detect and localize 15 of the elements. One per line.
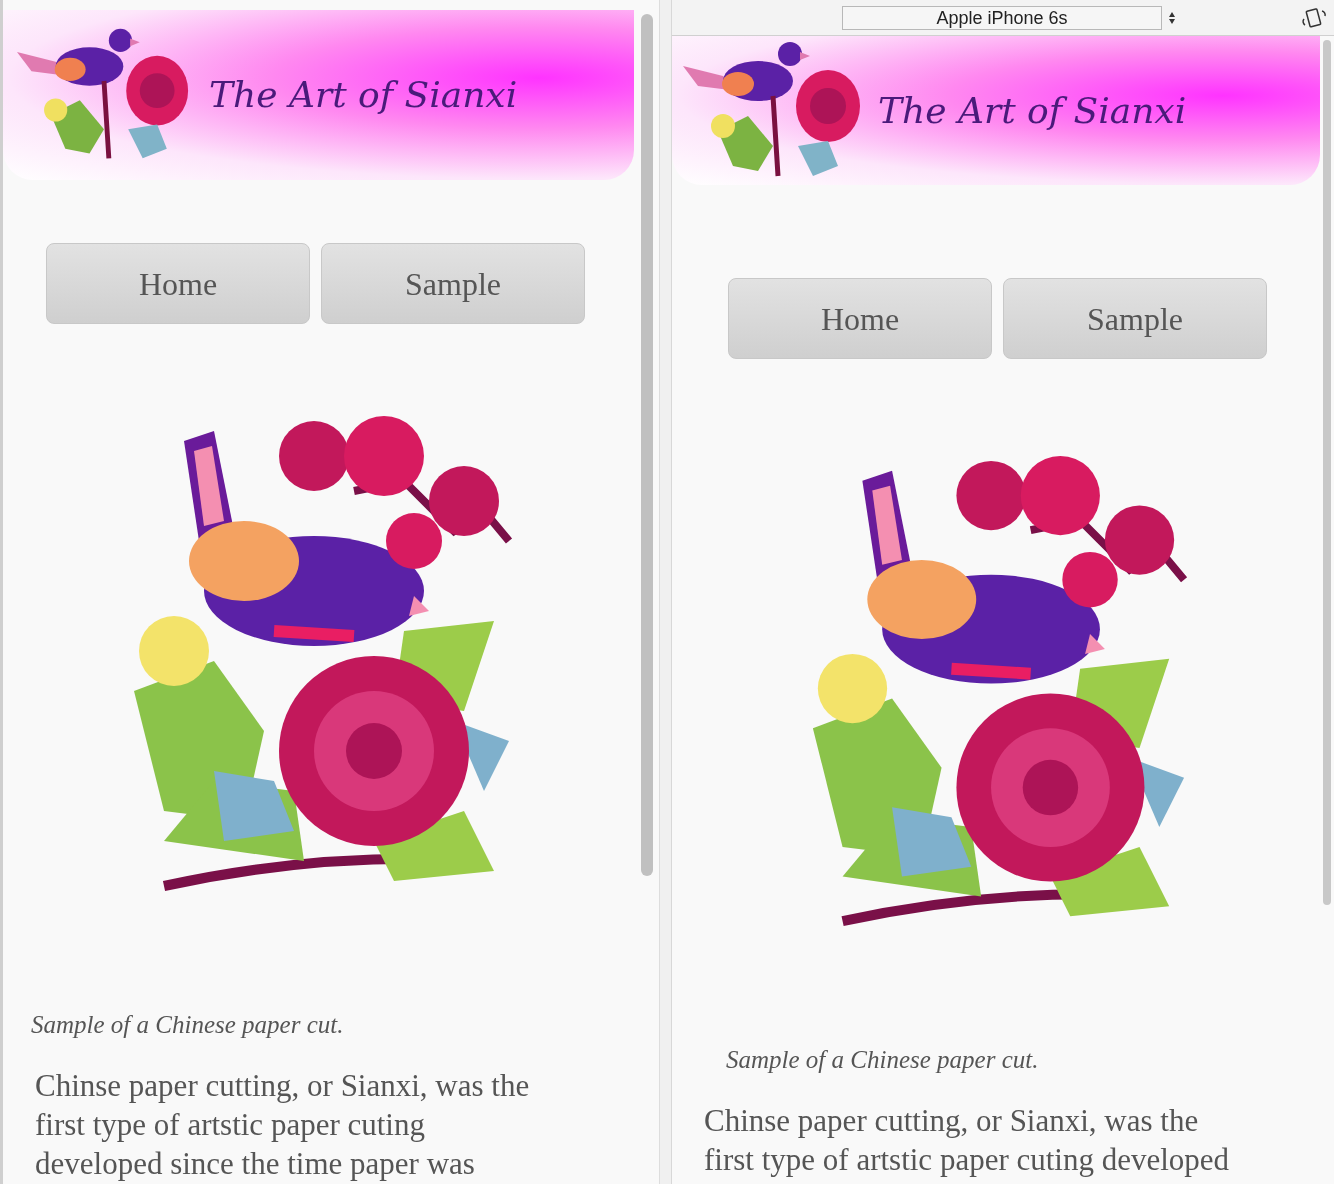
site-title: The Art of Sianxi	[878, 88, 1187, 133]
device-select[interactable]: Apple iPhone 6s	[842, 5, 1162, 30]
site-title: The Art of Sianxi	[209, 73, 518, 117]
scrollbar[interactable]	[634, 0, 660, 1184]
nav-button[interactable]: Home	[728, 278, 992, 359]
scrollbar[interactable]	[1320, 36, 1334, 1184]
intro-paragraph: Chinse paper cutting, or Sianxi, was the first type of artstic paper cuting developed since the time paper was	[34, 1066, 531, 1183]
image-caption: Sample of a Chinese paper cut.	[725, 1045, 1040, 1075]
nav-button[interactable]: Home	[46, 243, 310, 324]
image-caption: Sample of a Chinese paper cut.	[30, 1010, 345, 1040]
intro-paragraph: Chinse paper cutting, or Sianxi, was the first type of artstic paper cuting developed	[703, 1101, 1231, 1179]
nav-button[interactable]: Sample	[1003, 278, 1267, 359]
up-down-arrows-icon	[1168, 10, 1176, 25]
rotate-device-icon[interactable]	[1300, 6, 1328, 29]
nav-button[interactable]: Sample	[321, 243, 585, 324]
